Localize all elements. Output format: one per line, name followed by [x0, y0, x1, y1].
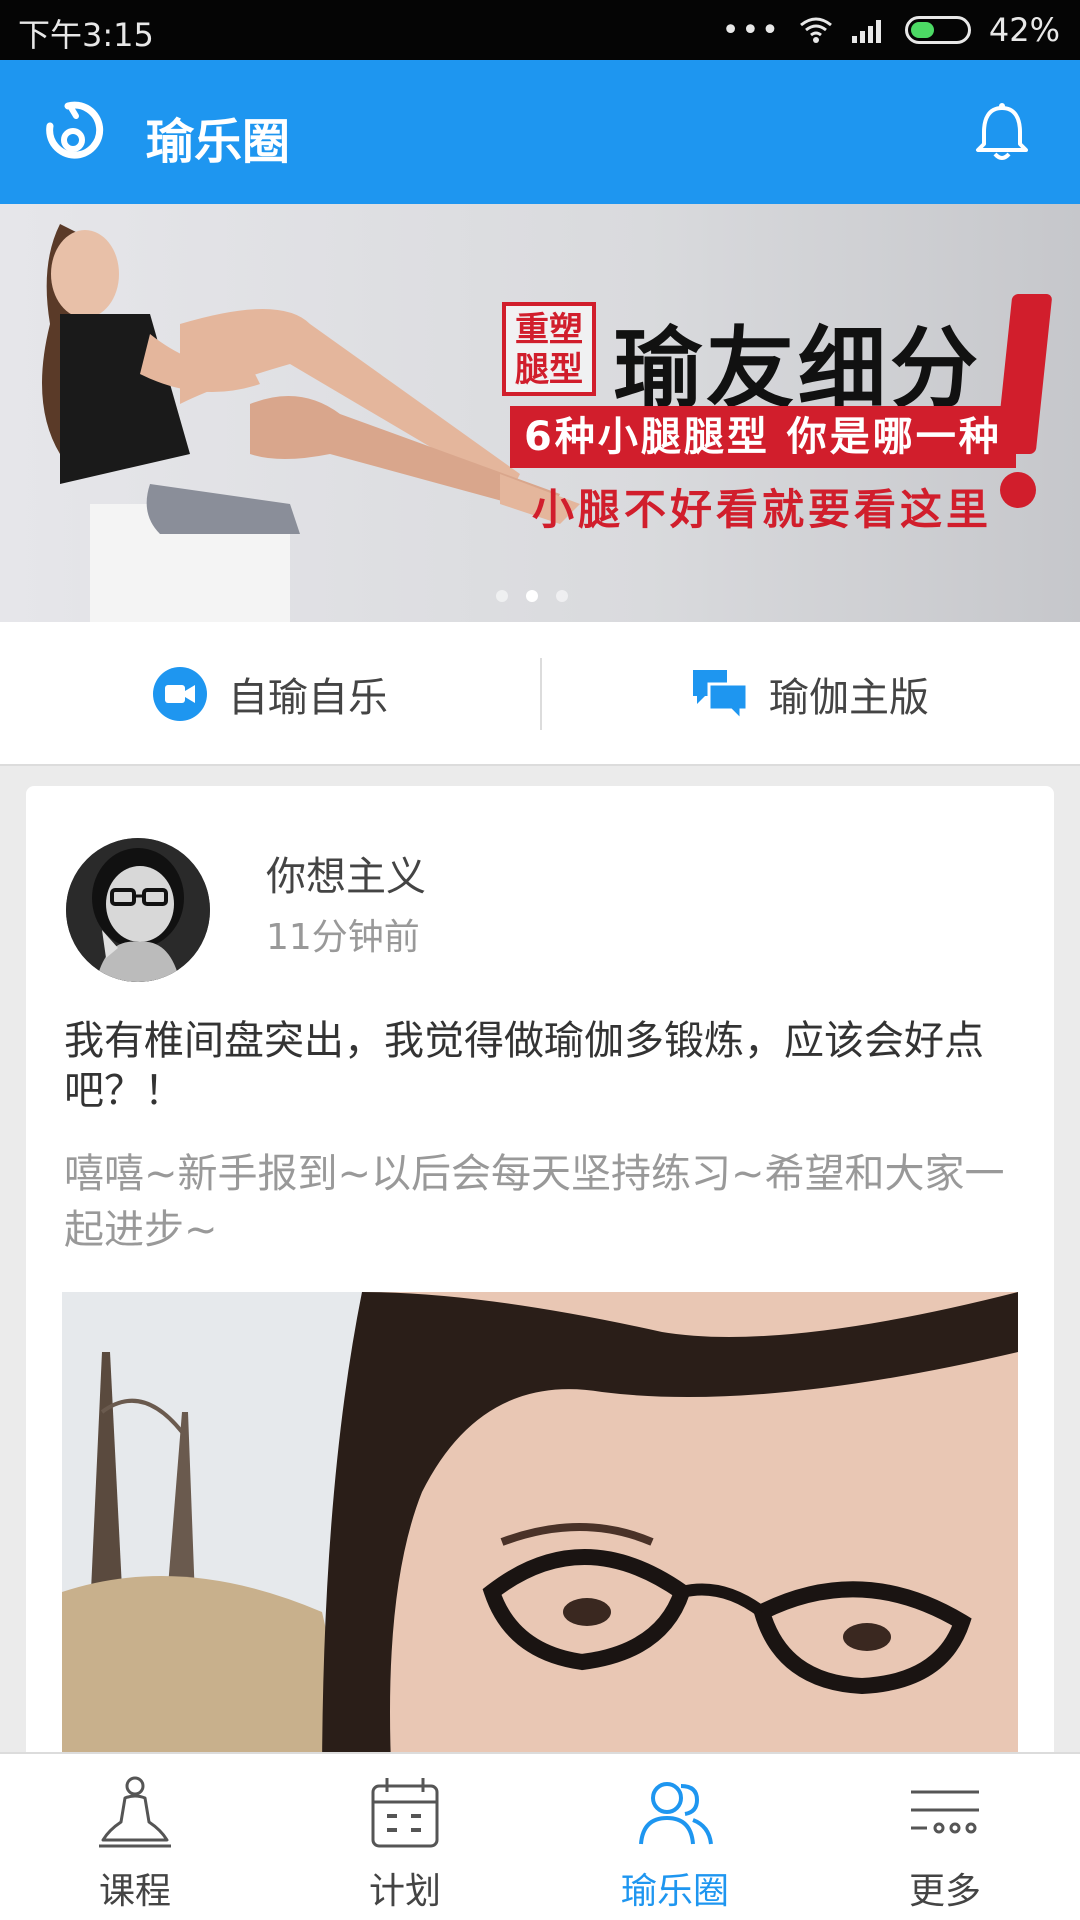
battery-level: [910, 22, 934, 38]
post-title[interactable]: 我有椎间盘突出，我觉得做瑜伽多锻炼，应该会好点吧？！: [64, 1016, 1024, 1116]
battery-icon: [904, 16, 971, 44]
people-icon: [639, 1782, 713, 1845]
nav-label: 更多: [908, 1871, 981, 1912]
signal-icon: [851, 20, 881, 43]
status-bar: 下午3:15 ••• 42%: [0, 0, 1080, 60]
post-username[interactable]: 你想主义: [266, 844, 426, 902]
avatar-photo: [66, 838, 210, 982]
battery-percent: 42%: [988, 11, 1060, 49]
section-tabs: 自瑜自乐 瑜伽主版: [0, 622, 1080, 766]
tab-label: 瑜伽主版: [769, 675, 929, 721]
tab-zi-yu-zi-le[interactable]: 自瑜自乐: [0, 622, 540, 766]
status-time: 下午3:15: [18, 16, 154, 54]
carousel-dot-2[interactable]: [526, 590, 538, 602]
banner-subtitle-1: 6种小腿腿型 你是哪一种: [510, 406, 1016, 468]
nav-yulequan[interactable]: 瑜乐圈: [540, 1754, 810, 1920]
video-camera-icon: [153, 667, 207, 721]
nav-courses[interactable]: 课程: [0, 1754, 270, 1920]
post-image[interactable]: [62, 1292, 1018, 1786]
yoga-logo-icon[interactable]: [40, 100, 106, 166]
chat-bubbles-icon: [693, 670, 749, 722]
nav-label: 课程: [98, 1871, 171, 1912]
nav-more[interactable]: 更多: [810, 1754, 1080, 1920]
more-dots-icon: •••: [721, 12, 781, 48]
avatar[interactable]: [66, 838, 210, 982]
wifi-icon: [799, 17, 832, 43]
nav-label: 计划: [368, 1871, 441, 1912]
promo-banner[interactable]: 重塑腿型 瑜友细分 6种小腿腿型 你是哪一种 小腿不好看就要看这里: [0, 204, 1080, 622]
meditation-person-icon: [99, 1776, 171, 1848]
exclamation-dot: [1000, 472, 1036, 508]
carousel-dot-3[interactable]: [556, 590, 568, 602]
app-title: 瑜乐圈: [146, 114, 291, 170]
carousel-dot-1[interactable]: [496, 590, 508, 602]
status-icons: ••• 42%: [722, 8, 1060, 52]
app-bar: 瑜乐圈: [0, 60, 1080, 204]
bottom-nav: 课程 计划 瑜乐圈 更多: [0, 1752, 1080, 1920]
calendar-icon: [371, 1778, 439, 1848]
bell-icon[interactable]: [974, 102, 1030, 164]
post-card[interactable]: 你想主义 11分钟前 我有椎间盘突出，我觉得做瑜伽多锻炼，应该会好点吧？！ 嘻嘻…: [26, 786, 1054, 1786]
more-lines-icon: [911, 1790, 979, 1834]
carousel-indicator: [496, 590, 568, 602]
post-timestamp: 11分钟前: [266, 917, 420, 958]
banner-tag: 重塑腿型: [502, 302, 596, 396]
post-body[interactable]: 嘻嘻~新手报到~以后会每天坚持练习~希望和大家一起进步~: [64, 1146, 1024, 1258]
nav-plan[interactable]: 计划: [270, 1754, 540, 1920]
nav-label: 瑜乐圈: [620, 1871, 729, 1912]
banner-subtitle-2: 小腿不好看就要看这里: [532, 485, 993, 534]
tab-yoga-forum[interactable]: 瑜伽主版: [540, 622, 1080, 766]
tab-label: 自瑜自乐: [228, 675, 388, 721]
